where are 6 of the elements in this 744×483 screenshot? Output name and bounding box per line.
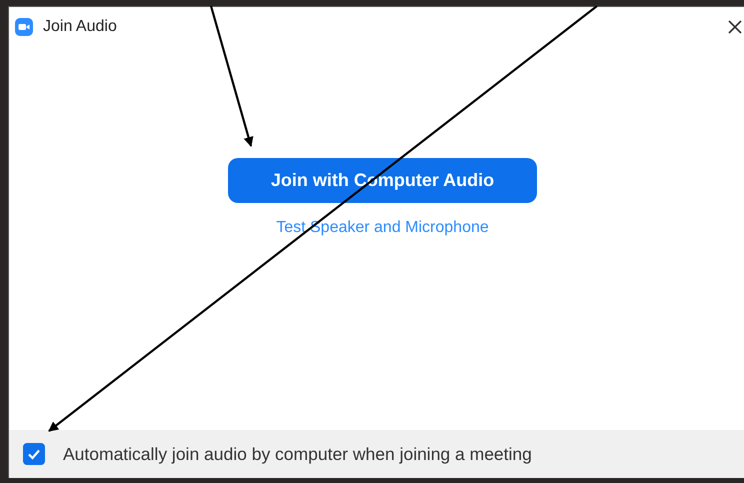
close-icon[interactable] <box>728 20 742 34</box>
checkbox[interactable] <box>23 443 45 465</box>
test-speaker-link[interactable]: Test Speaker and Microphone <box>276 219 489 237</box>
checkbox-label: Automatically join audio by computer when joining a meeting <box>63 444 532 464</box>
video-camera-icon <box>15 18 33 36</box>
window-title: Join Audio <box>43 18 118 36</box>
